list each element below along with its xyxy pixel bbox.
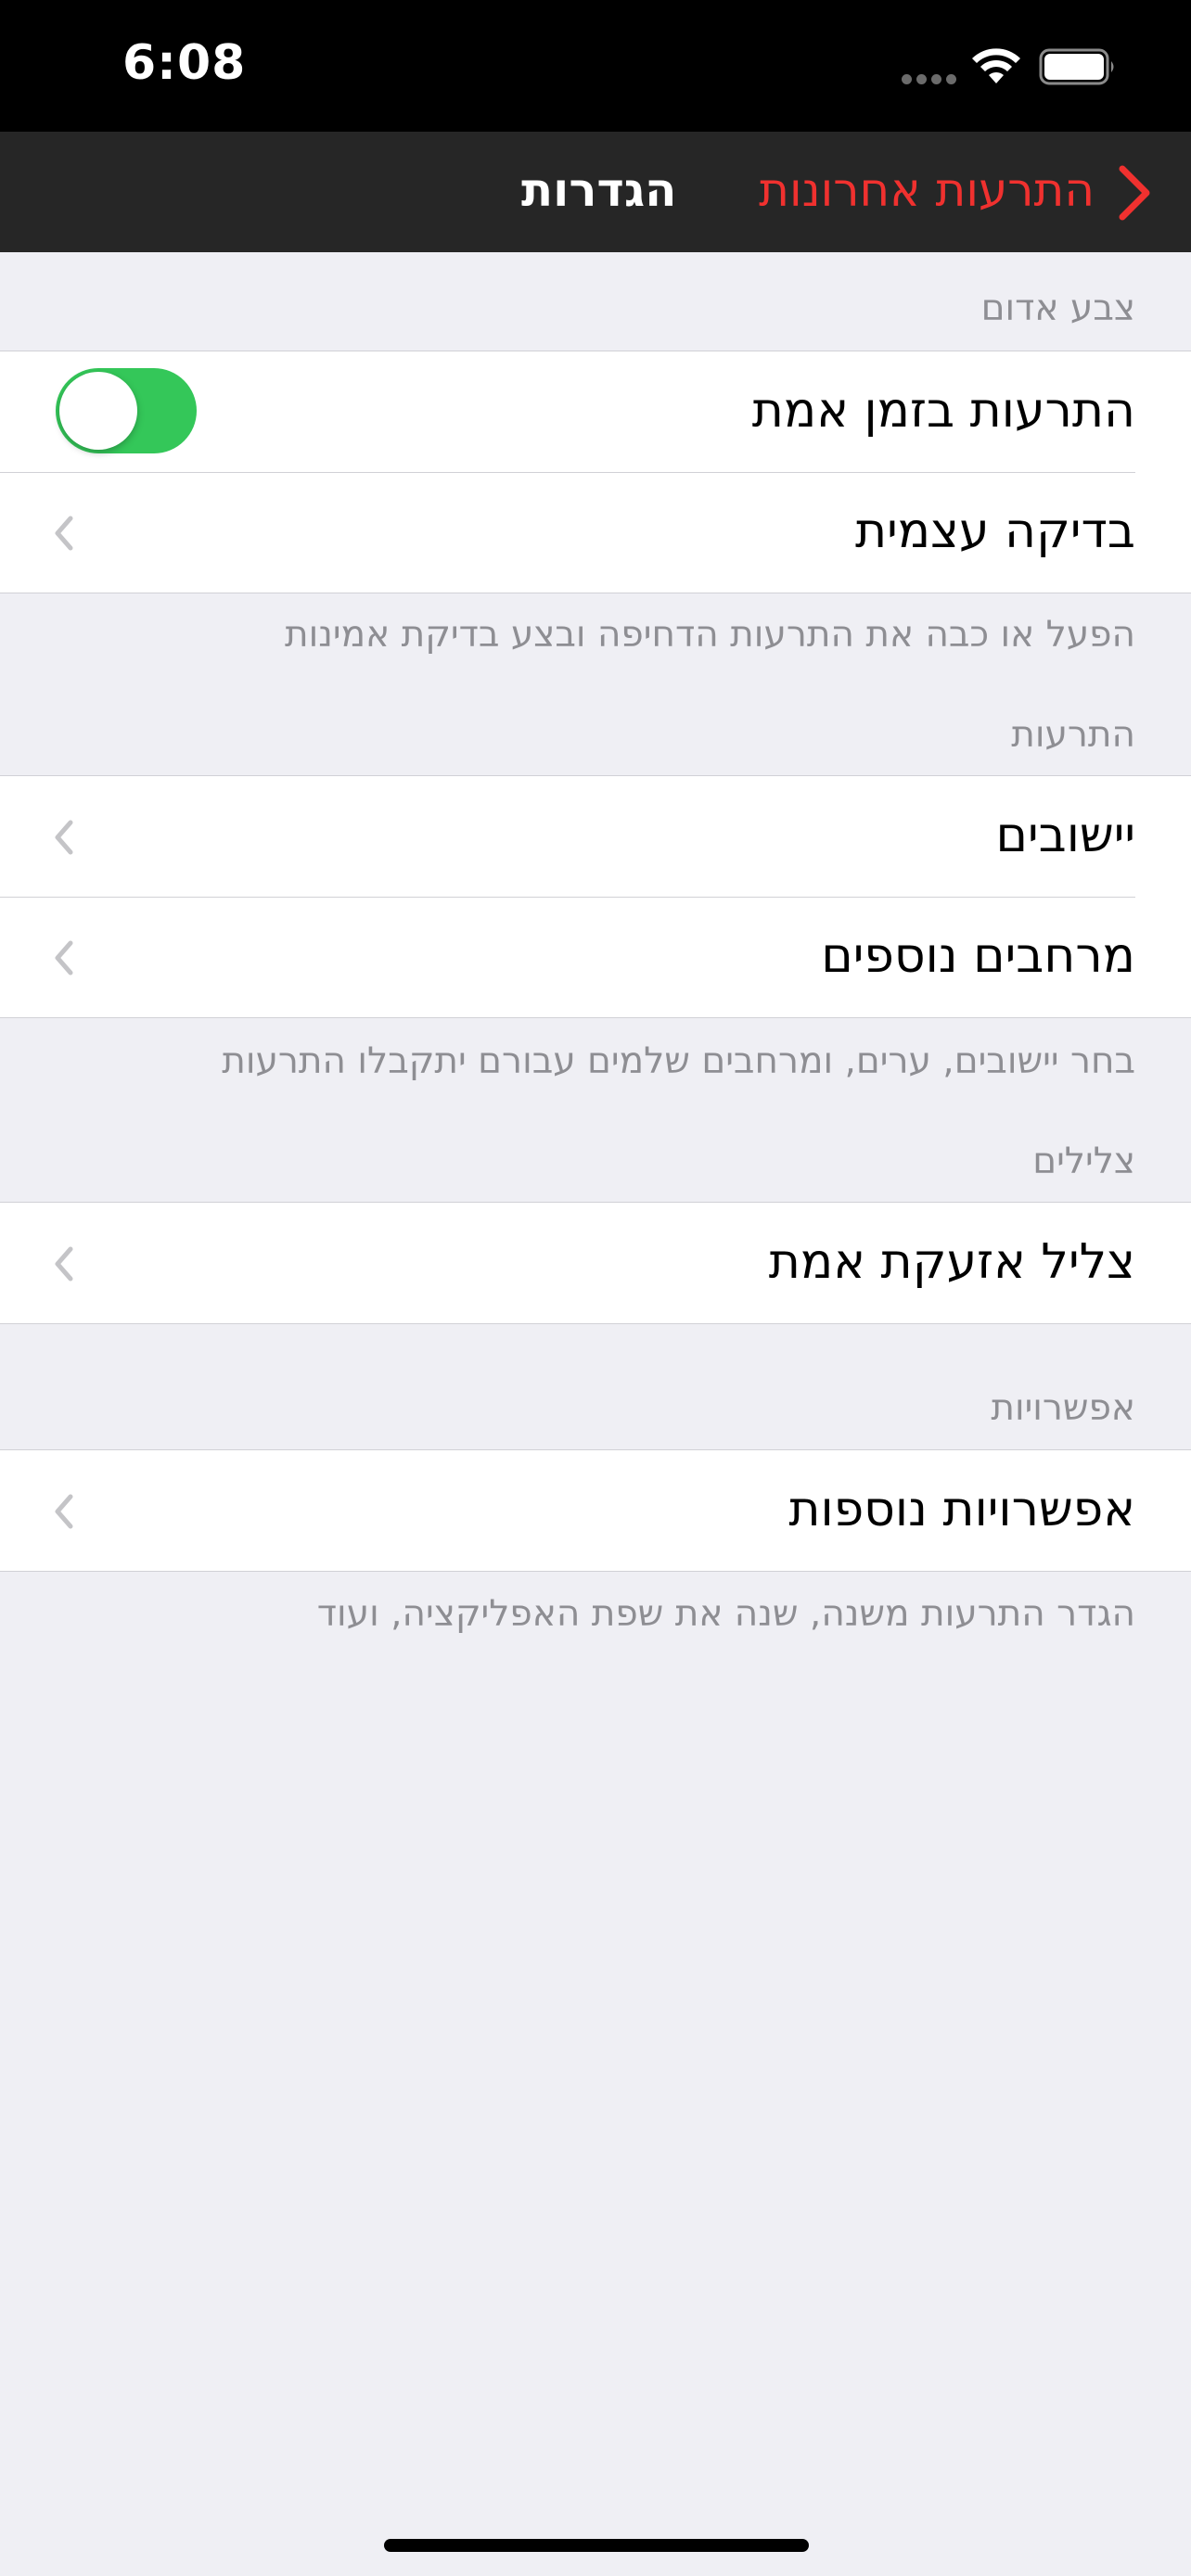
realtime-alerts-label: התרעות בזמן אמת [751,383,1135,439]
group-alerts: יישובים מרחבים נוספים [0,775,1191,1018]
chevron-left-icon [55,940,73,976]
toggle-knob [59,372,137,450]
group-sounds: צליל אזעקת אמת [0,1202,1191,1324]
group-red-alert: התרעות בזמן אמת בדיקה עצמית [0,351,1191,593]
realtime-alerts-toggle[interactable] [56,368,197,453]
additional-zones-label: מרחבים נוספים [821,928,1135,984]
chevron-left-icon [55,1246,73,1282]
navigation-bar: הגדרות התרעות אחרונות [0,132,1191,252]
chevron-left-icon [55,516,73,551]
page-title: הגדרות [521,163,677,217]
back-button-label: התרעות אחרונות [759,163,1095,217]
back-button[interactable]: התרעות אחרונות [759,159,1169,224]
battery-icon [1039,48,1114,85]
self-test-label: בדיקה עצמית [855,504,1135,559]
realtime-alerts-row: התרעות בזמן אמת [0,351,1191,472]
localities-label: יישובים [995,808,1135,863]
section-header-red-alert: צבע אדום [980,287,1135,329]
chevron-right-icon [1119,165,1150,221]
status-bar: 6:08 [0,0,1191,132]
section-footer-options: הגדר התרעות משנה, שנה את שפת האפליקציה, … [316,1593,1135,1635]
real-alarm-sound-row[interactable]: צליל אזעקת אמת [0,1203,1191,1323]
wifi-icon [972,48,1020,83]
section-footer-red-alert: הפעל או כבה את התרעות הדחיפה ובצע בדיקת … [285,614,1135,656]
more-options-label: אפשרויות נוספות [788,1482,1135,1537]
section-footer-alerts: בחר יישובים, ערים, ומרחבים שלמים עבורם י… [222,1040,1135,1082]
more-options-row[interactable]: אפשרויות נוספות [0,1450,1191,1571]
real-alarm-sound-label: צליל אזעקת אמת [768,1234,1135,1290]
section-header-sounds: צלילים [1032,1141,1135,1182]
self-test-row[interactable]: בדיקה עצמית [0,472,1191,593]
status-time: 6:08 [122,35,247,91]
section-header-alerts: התרעות [1011,714,1135,756]
localities-row[interactable]: יישובים [0,776,1191,897]
chevron-left-icon [55,820,73,855]
group-options: אפשרויות נוספות [0,1449,1191,1572]
signal-dots-icon [902,74,956,84]
chevron-left-icon [55,1494,73,1529]
section-header-options: אפשרויות [991,1387,1135,1429]
additional-zones-row[interactable]: מרחבים נוספים [0,897,1191,1017]
home-indicator[interactable] [384,2539,809,2552]
